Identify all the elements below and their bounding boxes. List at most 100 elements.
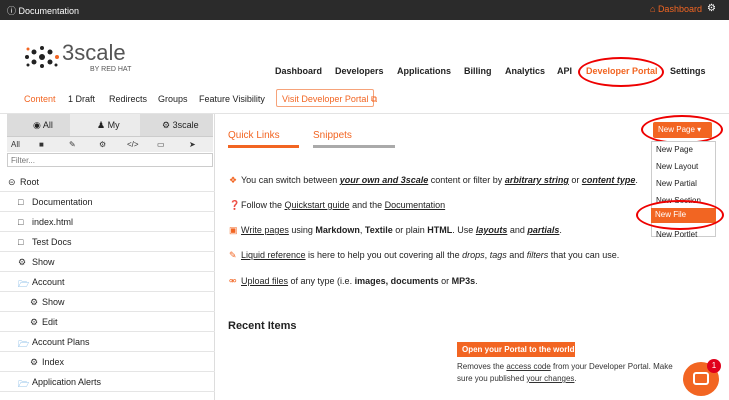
tab-underline <box>313 145 395 148</box>
list-item[interactable]: ⚙ Edit <box>0 312 215 332</box>
filter-input[interactable] <box>7 153 213 167</box>
list-item[interactable]: □ Documentation <box>0 192 215 212</box>
highlight-ring <box>578 57 664 87</box>
type-partial-icon[interactable]: ✎ <box>69 140 76 149</box>
list-item-label: index.html <box>32 217 74 227</box>
link-partials[interactable]: partials <box>527 225 559 235</box>
book-icon: ✎ <box>229 250 237 260</box>
link-access-code[interactable]: access code <box>506 362 550 371</box>
dashboard-label: Dashboard <box>657 4 702 14</box>
folder-icon: 🗁 <box>18 339 30 349</box>
highlight-ring <box>636 200 724 230</box>
tab-underline-active <box>228 145 299 148</box>
subnav-drafts[interactable]: 1 Draft <box>68 94 95 104</box>
info-write-pages: ▣ Write pages using Markdown, Textile or … <box>229 225 562 235</box>
folder-icon: 🗁 <box>18 379 30 389</box>
tab-3scale[interactable]: ⚙ 3scale <box>162 120 199 131</box>
chat-badge: 1 <box>707 359 721 373</box>
highlight-ring <box>641 115 723 144</box>
open-portal-button[interactable]: Open your Portal to the world <box>457 342 575 357</box>
link-content-type[interactable]: content type <box>582 175 636 185</box>
page-icon: ▣ <box>229 225 238 235</box>
nav-billing[interactable]: Billing <box>464 66 492 76</box>
tab-my[interactable]: ♟ My <box>97 120 120 131</box>
recent-items-heading: Recent Items <box>228 320 297 332</box>
menu-new-layout[interactable]: New Layout <box>656 162 698 171</box>
visit-portal-button[interactable]: Visit Developer Portal ⧉ <box>276 89 378 107</box>
list-item[interactable]: 🗁 Application Alerts <box>0 372 215 392</box>
file-icon: □ <box>18 217 24 227</box>
folder-icon: 🗁 <box>18 279 30 289</box>
gear-icon: ⚙ <box>30 297 39 307</box>
link-write-pages[interactable]: Write pages <box>241 225 289 235</box>
app-title: ⓘ Documentation <box>7 6 80 16</box>
nav-analytics[interactable]: Analytics <box>505 66 545 76</box>
link-quickstart[interactable]: Quickstart guide <box>285 200 350 210</box>
visit-portal-label: Visit Developer Portal <box>282 94 369 104</box>
info-icon: ❖ <box>229 175 238 185</box>
list-item-label: Account <box>32 277 65 287</box>
tab-snippets[interactable]: Snippets <box>313 130 352 141</box>
logo[interactable]: 3scale BY RED HAT <box>22 40 142 80</box>
question-icon: ❓ <box>229 200 241 210</box>
tab-my-label: My <box>107 120 120 130</box>
link-documentation[interactable]: Documentation <box>385 200 446 210</box>
nav-api[interactable]: API <box>557 66 572 76</box>
nav-settings[interactable]: Settings <box>670 66 706 76</box>
menu-new-portlet[interactable]: New Portlet <box>656 230 697 239</box>
sidebar-tabs: ◉ All ♟ My ⚙ 3scale <box>7 114 213 136</box>
tab-quick-links[interactable]: Quick Links <box>228 130 280 141</box>
list-item-label: Application Alerts <box>32 377 102 387</box>
link-layouts[interactable]: layouts <box>476 225 508 235</box>
link-own-3scale[interactable]: your own and 3scale <box>340 175 429 185</box>
nav-developers[interactable]: Developers <box>335 66 384 76</box>
top-bar: ⓘ Documentation ⌂ Dashboard ⚙ <box>0 0 729 20</box>
menu-new-partial[interactable]: New Partial <box>656 179 697 188</box>
list-item-label: Documentation <box>32 197 93 207</box>
type-layout-icon[interactable]: ⚙ <box>99 140 106 149</box>
link-upload-files[interactable]: Upload files <box>241 276 288 286</box>
list-item[interactable]: ⚙ Show <box>0 292 215 312</box>
globe-icon: ◉ <box>33 120 41 130</box>
tab-all-label: All <box>42 120 53 130</box>
tree-root[interactable]: ⊝ Root <box>0 172 215 192</box>
type-page-icon[interactable]: ■ <box>39 140 44 149</box>
list-item-label: Show <box>32 257 55 267</box>
subnav-redirects[interactable]: Redirects <box>109 94 147 104</box>
list-item[interactable]: 🗁 Account <box>0 272 215 292</box>
type-file-icon[interactable]: ▭ <box>157 140 165 149</box>
gear-icon: ⚙ <box>30 317 39 327</box>
app-title-text: Documentation <box>18 6 80 16</box>
list-item[interactable]: □ index.html <box>0 212 215 232</box>
list-item[interactable]: □ Test Docs <box>0 232 215 252</box>
subnav-feature-visibility[interactable]: Feature Visibility <box>199 94 265 104</box>
info-liquid: ✎ Liquid reference is here to help you ou… <box>229 250 620 260</box>
tab-all[interactable]: ◉ All <box>33 120 53 131</box>
gear-icon: ⚙ <box>30 357 39 367</box>
nav-dashboard[interactable]: Dashboard <box>275 66 322 76</box>
link-arbitrary-string[interactable]: arbitrary string <box>505 175 569 185</box>
paperclip-icon: ⚮ <box>229 276 237 286</box>
info-upload: ⚮ Upload files of any type (i.e. images, … <box>229 276 478 286</box>
external-link-icon: ⧉ <box>370 94 378 104</box>
collapse-icon: ⊝ <box>8 177 16 187</box>
list-item[interactable]: ⚙ Index <box>0 352 215 372</box>
gear-icon: ⚙ <box>18 257 27 267</box>
type-all[interactable]: All <box>11 140 20 149</box>
dashboard-link[interactable]: ⌂ Dashboard <box>650 4 702 14</box>
info-quickstart: ❓Follow the Quickstart guide and the Doc… <box>229 200 446 210</box>
subnav-content[interactable]: Content <box>24 94 56 104</box>
list-item[interactable]: ⚙ Show <box>0 252 215 272</box>
link-your-changes[interactable]: your changes <box>526 374 574 383</box>
type-redirect-icon[interactable]: ➤ <box>189 140 196 149</box>
list-item[interactable]: 🗁 Account Plans <box>0 332 215 352</box>
menu-new-page[interactable]: New Page <box>656 145 693 154</box>
type-filter-row: All ■ ✎ ⚙ </> ▭ ➤ <box>7 136 213 152</box>
nav-applications[interactable]: Applications <box>397 66 451 76</box>
subnav-groups[interactable]: Groups <box>158 94 188 104</box>
info-switch: ❖ You can switch between your own and 3sc… <box>229 175 638 185</box>
list-item-label: Account Plans <box>32 337 90 347</box>
gear-icon[interactable]: ⚙ <box>707 3 716 14</box>
type-code-icon[interactable]: </> <box>127 140 139 149</box>
link-liquid-reference[interactable]: Liquid reference <box>241 250 306 260</box>
